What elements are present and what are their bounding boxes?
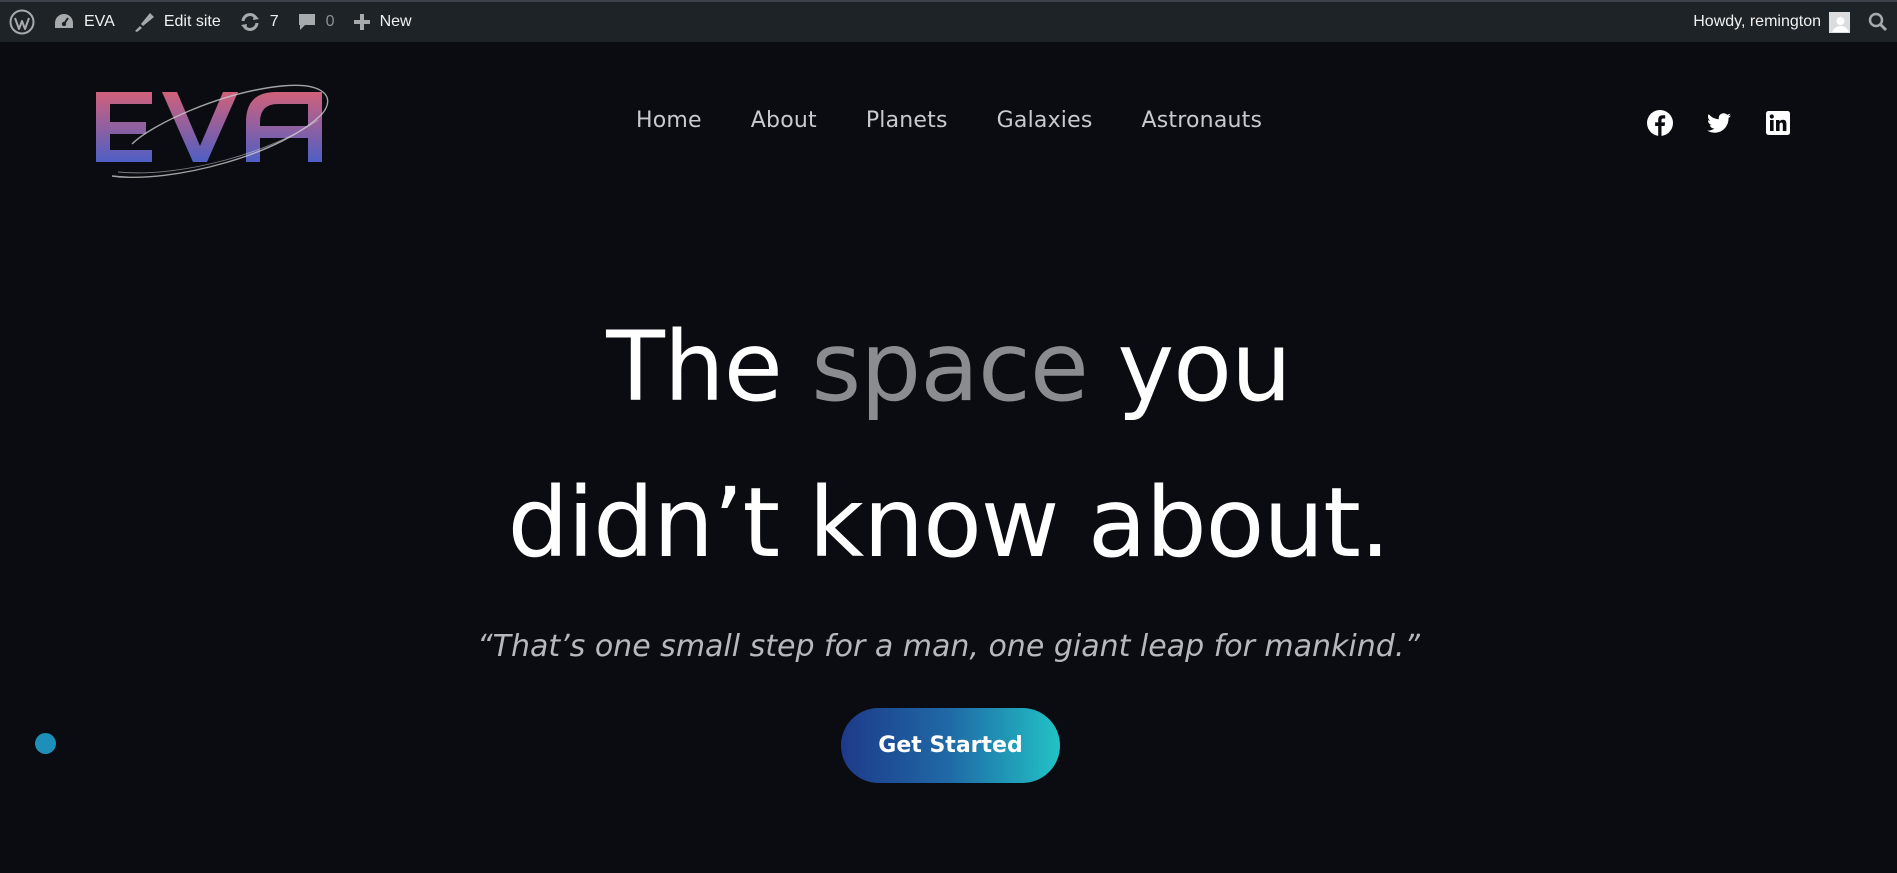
- facebook-icon[interactable]: [1647, 110, 1673, 136]
- hero-word-you: you: [1117, 311, 1291, 423]
- hero-accent-word: space: [811, 311, 1089, 423]
- nav-galaxies[interactable]: Galaxies: [997, 108, 1093, 133]
- hero-heading-line-1: The space you: [0, 319, 1897, 415]
- updates-count: 7: [269, 13, 279, 30]
- admin-bar: EVA Edit site 7 0 New Howdy, remington: [0, 0, 1897, 42]
- edit-site-link[interactable]: Edit site: [124, 2, 230, 42]
- wordpress-icon: [9, 9, 35, 35]
- edit-site-label: Edit site: [163, 13, 221, 30]
- main-navigation: Home About Planets Galaxies Astronauts: [636, 108, 1262, 133]
- new-content-link[interactable]: New: [344, 2, 421, 42]
- admin-search-button[interactable]: [1859, 2, 1897, 42]
- comments-count: 0: [325, 13, 335, 30]
- howdy-greeting: Howdy, remington: [1693, 13, 1821, 30]
- social-links: [1647, 110, 1791, 136]
- updates-link[interactable]: 7: [230, 2, 288, 42]
- admin-bar-left: EVA Edit site 7 0 New: [0, 2, 421, 42]
- hero-quote: “That’s one small step for a man, one gi…: [477, 629, 1420, 664]
- nav-home[interactable]: Home: [636, 108, 702, 133]
- site-logo[interactable]: [92, 74, 332, 184]
- site-name-link[interactable]: EVA: [44, 2, 124, 42]
- floating-chat-dot[interactable]: [35, 733, 56, 754]
- hero-section: The space you didn’t know about. “That’s…: [0, 202, 1897, 873]
- new-label: New: [379, 13, 412, 30]
- brush-icon: [133, 11, 155, 33]
- refresh-icon: [239, 12, 261, 32]
- avatar: [1829, 11, 1850, 33]
- logo-graphic: [96, 84, 329, 178]
- comment-icon: [297, 12, 317, 32]
- nav-astronauts[interactable]: Astronauts: [1142, 108, 1263, 133]
- hero-word-the: The: [606, 311, 783, 423]
- account-menu[interactable]: Howdy, remington: [1684, 2, 1859, 42]
- nav-about[interactable]: About: [751, 108, 817, 133]
- dashboard-icon: [53, 12, 75, 32]
- nav-planets[interactable]: Planets: [866, 108, 948, 133]
- get-started-button[interactable]: Get Started: [841, 708, 1060, 783]
- admin-bar-right: Howdy, remington: [1684, 2, 1897, 42]
- hero-heading-line-2: didn’t know about.: [507, 467, 1391, 579]
- wordpress-logo-button[interactable]: [0, 2, 44, 42]
- linkedin-icon[interactable]: [1765, 110, 1791, 136]
- search-icon: [1868, 12, 1888, 32]
- site-header: Home About Planets Galaxies Astronauts: [0, 42, 1897, 202]
- plus-icon: [353, 13, 371, 31]
- twitter-icon[interactable]: [1706, 110, 1732, 136]
- comments-link[interactable]: 0: [288, 2, 344, 42]
- site-name-label: EVA: [84, 13, 115, 30]
